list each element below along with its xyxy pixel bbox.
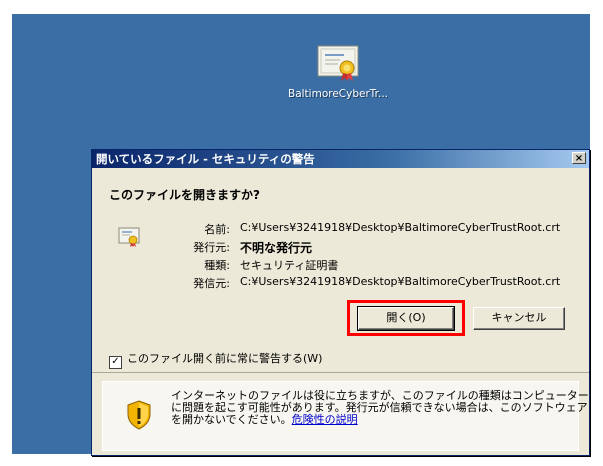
warn-checkbox-label[interactable]: このファイル開く前に常に警告する(W) (127, 352, 322, 365)
open-button[interactable]: 開く(O) (357, 306, 455, 331)
type-label: 種類: (204, 259, 230, 272)
shield-warning-icon (126, 400, 152, 430)
warn-checkbox-row[interactable]: ✓ このファイル開く前に常に警告する(W) (109, 350, 322, 369)
publisher-value: 不明な発行元 (240, 241, 313, 255)
close-button[interactable]: × (572, 152, 586, 164)
desktop-certificate-file[interactable]: BaltimoreCyberTr... (288, 44, 388, 100)
source-label: 発信元: (193, 277, 230, 290)
dialog-question: このファイルを開きますか? (109, 188, 260, 202)
certificate-icon (316, 44, 360, 82)
dialog-titlebar[interactable]: 開いているファイル - セキュリティの警告 × (92, 150, 589, 168)
warn-checkbox[interactable]: ✓ (109, 356, 122, 369)
risk-explanation-link[interactable]: 危険性の説明 (292, 413, 358, 426)
warning-text: インターネットのファイルは役に立ちますが、このファイルの種類はコンピューターに問… (171, 389, 589, 426)
dialog-title: 開いているファイル - セキュリティの警告 (96, 152, 315, 166)
warning-panel: インターネットのファイルは役に立ちますが、このファイルの種類はコンピューターに問… (102, 381, 589, 451)
security-warning-dialog: 開いているファイル - セキュリティの警告 × このファイルを開きますか? 名前… (91, 149, 590, 456)
desktop: BaltimoreCyberTr... 開いているファイル - セキュリティの警… (12, 14, 590, 456)
type-value: セキュリティ証明書 (240, 259, 339, 272)
publisher-label: 発行元: (193, 241, 230, 254)
source-value: C:¥Users¥3241918¥Desktop¥BaltimoreCyberT… (240, 275, 561, 288)
warning-footer: インターネットのファイルは役に立ちますが、このファイルの種類はコンピューターに問… (92, 372, 589, 455)
cancel-button[interactable]: キャンセル (473, 307, 565, 330)
desktop-icon-label: BaltimoreCyberTr... (288, 88, 389, 100)
warning-message: インターネットのファイルは役に立ちますが、このファイルの種類はコンピューターに問… (171, 390, 591, 426)
name-label: 名前: (204, 223, 230, 236)
name-value: C:¥Users¥3241918¥Desktop¥BaltimoreCyberT… (240, 221, 561, 234)
